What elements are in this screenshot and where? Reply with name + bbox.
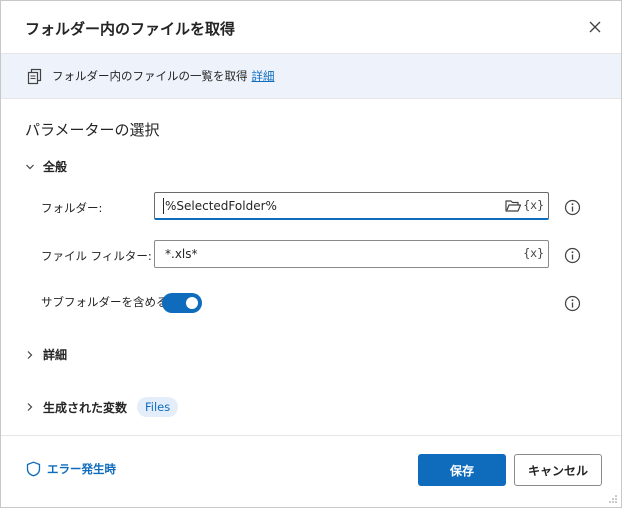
folder-variables-button[interactable]: {x} — [523, 198, 544, 212]
text-caret — [163, 198, 164, 214]
parameters-heading: パラメーターの選択 — [25, 121, 160, 139]
produced-variable-badge[interactable]: Files — [137, 397, 179, 417]
file-filter-label: ファイル フィルター: — [41, 249, 152, 263]
dialog-header: フォルダー内のファイルを取得 — [1, 1, 621, 53]
file-filter-input[interactable]: *.xls* {x} — [154, 240, 549, 268]
include-subfolders-info-icon[interactable] — [564, 295, 581, 312]
produced-variables-group-toggle[interactable]: 生成された変数 Files — [25, 397, 179, 417]
produced-variables-label: 生成された変数 — [43, 400, 128, 415]
cancel-button[interactable]: キャンセル — [514, 454, 602, 486]
chevron-right-icon — [27, 350, 33, 359]
folder-value: %SelectedFolder% — [165, 199, 277, 213]
shield-icon — [26, 461, 41, 477]
general-group-label: 全般 — [43, 160, 68, 174]
toggle-knob — [186, 297, 198, 309]
folder-input[interactable]: %SelectedFolder% {x} — [154, 192, 549, 220]
details-link[interactable]: 詳細 — [252, 68, 275, 84]
advanced-group-toggle[interactable]: 詳細 — [25, 346, 67, 363]
on-error-label: エラー発生時 — [47, 462, 116, 476]
action-info-bar: フォルダー内のファイルの一覧を取得 詳細 — [1, 53, 621, 99]
footer-divider — [1, 435, 621, 436]
on-error-button[interactable]: エラー発生時 — [26, 461, 116, 477]
chevron-down-icon — [26, 164, 34, 169]
close-icon — [589, 21, 601, 33]
close-button[interactable] — [585, 17, 605, 37]
file-filter-info-icon[interactable] — [564, 247, 581, 264]
dialog-title: フォルダー内のファイルを取得 — [25, 20, 236, 38]
folder-info-icon[interactable] — [564, 199, 581, 216]
general-group-toggle[interactable]: 全般 — [25, 158, 67, 175]
save-button[interactable]: 保存 — [418, 454, 506, 486]
chevron-right-icon — [27, 403, 33, 411]
folder-open-icon[interactable] — [504, 197, 522, 215]
include-subfolders-toggle[interactable] — [162, 293, 202, 313]
folder-label: フォルダー: — [41, 201, 103, 215]
file-filter-value: *.xls* — [165, 247, 198, 261]
resize-grip-icon[interactable] — [608, 494, 618, 504]
file-filter-variables-button[interactable]: {x} — [523, 246, 544, 260]
action-description: フォルダー内のファイルの一覧を取得 — [52, 69, 248, 83]
get-files-dialog: フォルダー内のファイルを取得 フォルダー内のファイルの一覧を取得 詳細 パラメー… — [0, 0, 622, 508]
include-subfolders-label: サブフォルダーを含める: — [41, 295, 172, 309]
files-icon — [27, 68, 42, 85]
advanced-group-label: 詳細 — [43, 348, 68, 362]
